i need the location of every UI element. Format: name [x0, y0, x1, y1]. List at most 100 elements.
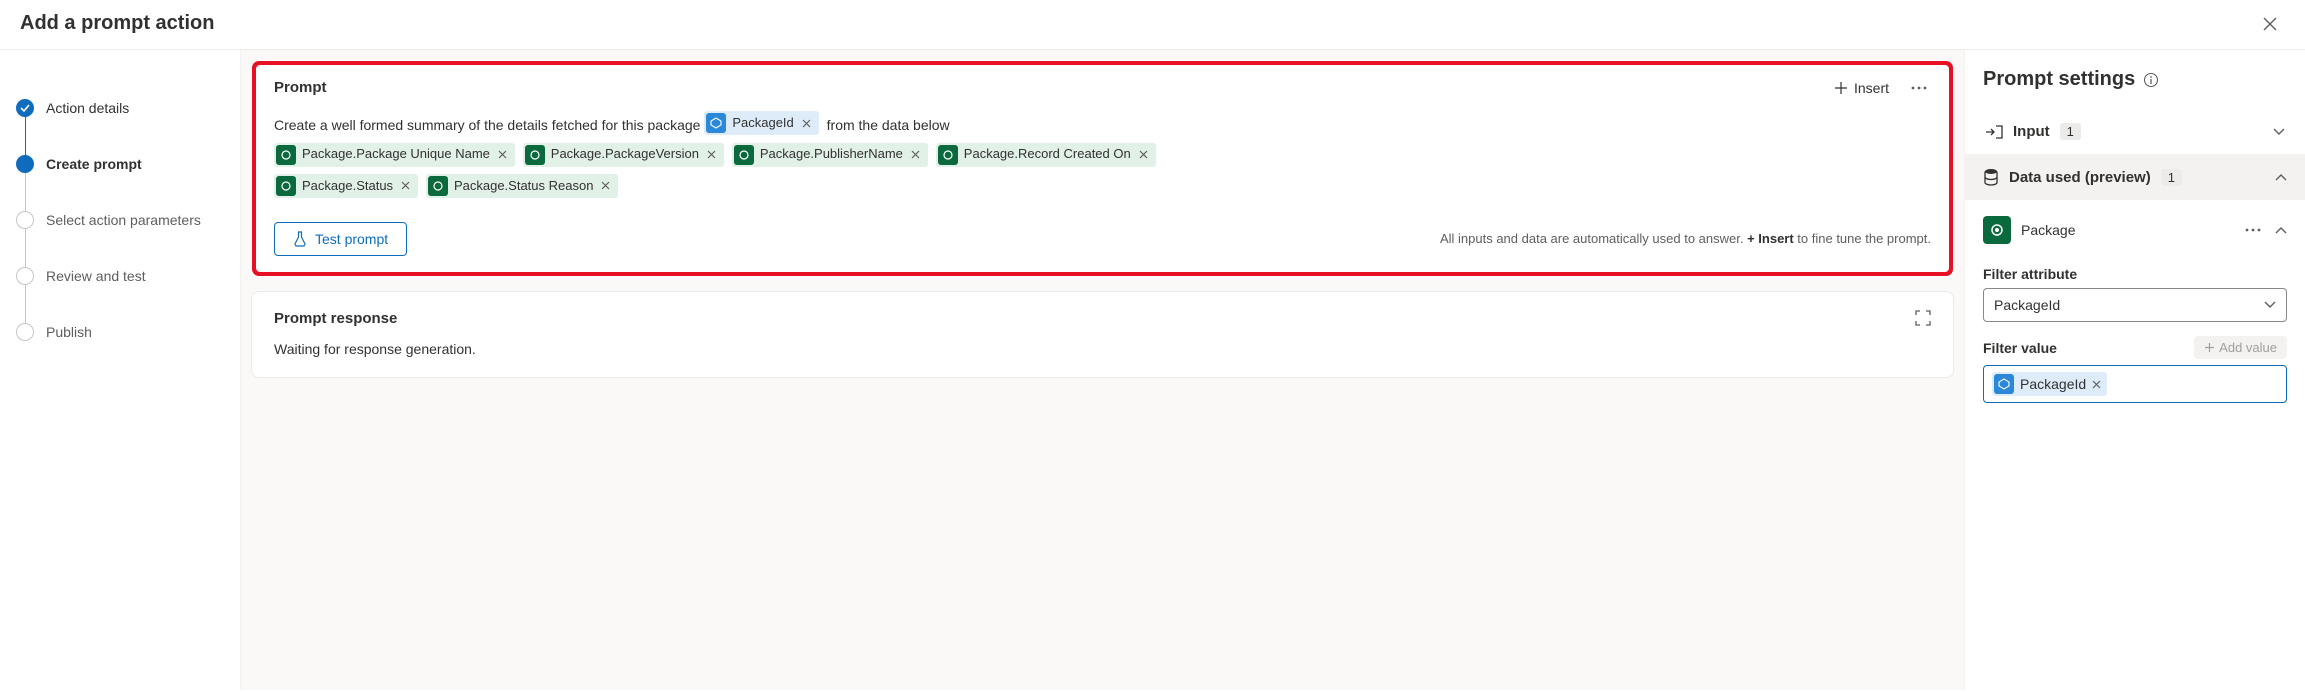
- database-icon: [1983, 168, 1999, 186]
- accordion-title: Input: [2013, 123, 2050, 140]
- token-label: Package.Record Created On: [964, 140, 1131, 169]
- more-button[interactable]: [1907, 86, 1931, 90]
- step-label: Select action parameters: [46, 212, 201, 228]
- chevron-up-icon: [2275, 173, 2287, 181]
- accordion-input[interactable]: Input 1: [1983, 109, 2287, 154]
- data-icon: [734, 145, 754, 165]
- close-icon: [498, 150, 507, 159]
- filter-attribute-label: Filter attribute: [1983, 266, 2287, 282]
- ellipsis-icon: [2245, 228, 2261, 232]
- close-icon: [401, 181, 410, 190]
- close-icon: [2092, 380, 2101, 389]
- data-token[interactable]: Package.Status: [274, 174, 418, 198]
- step-current-icon: [16, 155, 34, 173]
- data-icon: [276, 145, 296, 165]
- expand-button[interactable]: [1915, 310, 1931, 326]
- step-label: Action details: [46, 100, 129, 116]
- add-value-label: Add value: [2219, 340, 2277, 355]
- data-icon: [276, 176, 296, 196]
- step-select-params[interactable]: Select action parameters: [16, 192, 224, 248]
- step-done-icon: [16, 99, 34, 117]
- accordion-title: Data used (preview): [2009, 169, 2151, 186]
- step-label: Publish: [46, 324, 92, 340]
- data-icon: [525, 145, 545, 165]
- plus-icon: [2204, 342, 2215, 353]
- input-token-packageid[interactable]: PackageId: [704, 111, 818, 135]
- data-icon: [428, 176, 448, 196]
- data-token[interactable]: Package.PackageVersion: [523, 143, 724, 167]
- close-icon: [911, 150, 920, 159]
- filter-attribute-value: PackageId: [1994, 297, 2060, 313]
- token-label: Package.Status Reason: [454, 172, 593, 201]
- variable-icon: [706, 113, 726, 133]
- page-title: Add a prompt action: [20, 12, 214, 35]
- token-label: Package.Status: [302, 172, 393, 201]
- add-value-button[interactable]: Add value: [2194, 336, 2287, 359]
- prompt-editor[interactable]: Create a well formed summary of the deta…: [274, 110, 1931, 204]
- plus-icon: [1834, 81, 1848, 95]
- settings-title: Prompt settings: [1983, 68, 2135, 91]
- step-create-prompt[interactable]: Create prompt: [16, 136, 224, 192]
- close-icon: [707, 150, 716, 159]
- token-remove-button[interactable]: [1137, 150, 1150, 159]
- token-remove-button[interactable]: [496, 150, 509, 159]
- token-label: PackageId: [2020, 376, 2086, 392]
- settings-panel: Prompt settings Input 1 Data used (previ…: [1965, 50, 2305, 690]
- token-remove-button[interactable]: [2092, 380, 2101, 389]
- info-icon: [2143, 72, 2159, 88]
- close-icon: [2263, 17, 2277, 31]
- token-remove-button[interactable]: [800, 119, 813, 128]
- step-pending-icon: [16, 211, 34, 229]
- ellipsis-icon: [1911, 86, 1927, 90]
- step-review-test[interactable]: Review and test: [16, 248, 224, 304]
- response-status: Waiting for response generation.: [274, 341, 1931, 357]
- step-publish[interactable]: Publish: [16, 304, 224, 360]
- close-button[interactable]: [2255, 13, 2285, 35]
- insert-button[interactable]: Insert: [1834, 80, 1889, 96]
- data-token[interactable]: Package.Package Unique Name: [274, 143, 515, 167]
- prompt-card: Prompt Insert Create a well formed summa…: [251, 60, 1954, 277]
- flask-icon: [293, 231, 307, 247]
- info-button[interactable]: [2143, 72, 2159, 88]
- chevron-down-icon: [2273, 128, 2285, 136]
- entity-name: Package: [2021, 222, 2075, 238]
- filter-attribute-select[interactable]: PackageId: [1983, 288, 2287, 322]
- accordion-data-used[interactable]: Data used (preview) 1: [1965, 154, 2305, 200]
- variable-icon: [1994, 374, 2014, 394]
- data-entity-row[interactable]: Package: [1983, 200, 2287, 256]
- input-icon: [1985, 124, 2003, 140]
- filter-value-label: Filter value: [1983, 340, 2057, 356]
- close-icon: [802, 119, 811, 128]
- expand-icon: [1915, 310, 1931, 326]
- step-action-details[interactable]: Action details: [16, 80, 224, 136]
- close-icon: [1139, 150, 1148, 159]
- data-icon: [938, 145, 958, 165]
- test-prompt-button[interactable]: Test prompt: [274, 222, 407, 256]
- step-pending-icon: [16, 267, 34, 285]
- test-prompt-label: Test prompt: [315, 231, 388, 247]
- token-remove-button[interactable]: [599, 181, 612, 190]
- chevron-up-icon[interactable]: [2275, 226, 2287, 234]
- step-label: Create prompt: [46, 156, 142, 172]
- data-token[interactable]: Package.Record Created On: [936, 143, 1156, 167]
- token-label: Package.PublisherName: [760, 140, 903, 169]
- step-pending-icon: [16, 323, 34, 341]
- prompt-hint: All inputs and data are automatically us…: [1440, 231, 1931, 246]
- step-label: Review and test: [46, 268, 146, 284]
- prompt-title: Prompt: [274, 79, 327, 96]
- prompt-text: from the data below: [827, 117, 950, 133]
- filter-value-token[interactable]: PackageId: [1992, 372, 2107, 396]
- wizard-steps: Action details Create prompt Select acti…: [0, 50, 240, 690]
- entity-icon: [1983, 216, 2011, 244]
- token-remove-button[interactable]: [399, 181, 412, 190]
- prompt-text: Create a well formed summary of the deta…: [274, 117, 700, 133]
- response-title: Prompt response: [274, 310, 397, 327]
- data-token[interactable]: Package.PublisherName: [732, 143, 928, 167]
- filter-value-input[interactable]: PackageId: [1983, 365, 2287, 403]
- token-remove-button[interactable]: [909, 150, 922, 159]
- token-remove-button[interactable]: [705, 150, 718, 159]
- entity-more-button[interactable]: [2245, 228, 2261, 232]
- data-count: 1: [2161, 169, 2182, 186]
- data-token[interactable]: Package.Status Reason: [426, 174, 618, 198]
- token-label: Package.PackageVersion: [551, 140, 699, 169]
